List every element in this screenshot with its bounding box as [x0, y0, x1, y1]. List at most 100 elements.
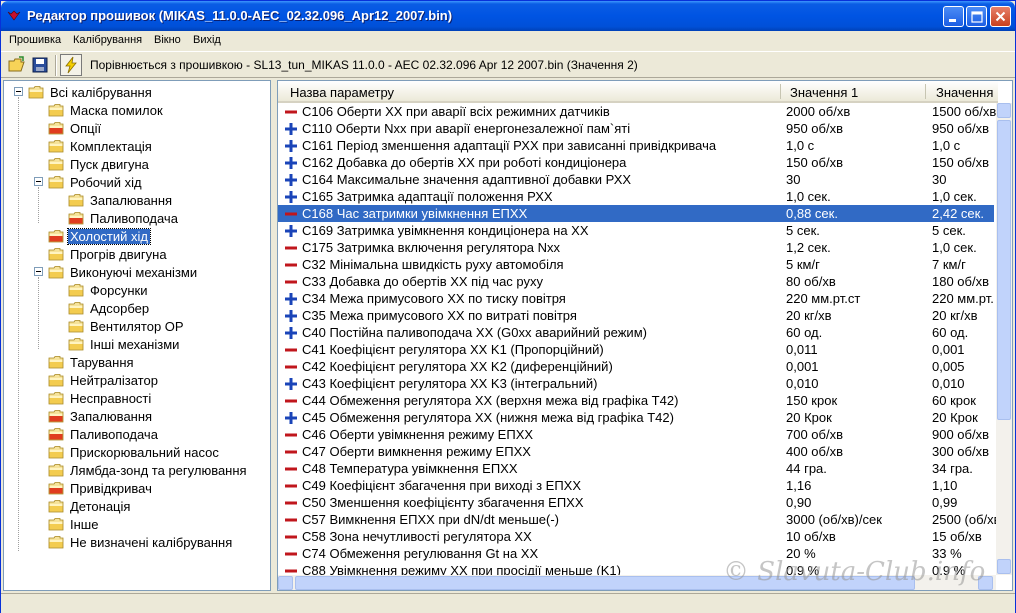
tree-item[interactable]: Виконуючі механізми	[4, 263, 270, 281]
table-row[interactable]: C58 Зона нечутливості регулятора ХХ 10 об…	[278, 528, 994, 545]
tree-item[interactable]: Холостий хід	[4, 227, 270, 245]
tree-item[interactable]: Всі калібрування	[4, 83, 270, 101]
scroll-left-button[interactable]	[278, 576, 293, 590]
menu-firmware[interactable]: Прошивка	[9, 34, 61, 46]
vertical-scrollbar[interactable]	[996, 103, 1012, 575]
column-header-value1[interactable]: Значення 1	[790, 85, 858, 100]
table-row[interactable]: C45 Обмеження регулятора ХХ (нижня межа …	[278, 409, 994, 426]
table-row[interactable]: C161 Період зменшення адаптації РХХ при …	[278, 137, 994, 154]
table-row[interactable]: C175 Затримка включення регулятора Nхх 1,…	[278, 239, 994, 256]
minimize-button[interactable]	[943, 6, 964, 27]
tree-item[interactable]: Маска помилок	[4, 101, 270, 119]
table-row[interactable]: C50 Зменшення коефіцієнту збагачення ЕПХ…	[278, 494, 994, 511]
tree-item[interactable]: Лямбда-зонд та регулювання	[4, 461, 270, 479]
table-row[interactable]: C169 Затримка увімкнення кондиціонера на…	[278, 222, 994, 239]
table-row[interactable]: C168 Час затримки увімкнення ЕПХХ 0,88 се…	[278, 205, 994, 222]
tree-item[interactable]: Пуск двигуна	[4, 155, 270, 173]
vertical-scroll-thumb[interactable]	[997, 120, 1011, 420]
param-value1: 20 Крок	[786, 410, 832, 425]
table-row[interactable]: C44 Обмеження регулятора ХХ (верхня межа…	[278, 392, 994, 409]
tree-item[interactable]: Привідкривач	[4, 479, 270, 497]
parameters-list[interactable]: Назва параметру Значення 1 Значення 2 C1…	[277, 80, 1013, 591]
folder-icon	[48, 248, 64, 261]
scroll-up-button[interactable]	[997, 103, 1011, 118]
save-icon[interactable]	[30, 55, 50, 75]
close-button[interactable]	[990, 6, 1011, 27]
tree-item[interactable]: Тарування	[4, 353, 270, 371]
menu-exit[interactable]: Вихід	[193, 34, 221, 46]
table-row[interactable]: C32 Мінімальна швидкість руху автомобіля…	[278, 256, 994, 273]
tree-item[interactable]: Інше	[4, 515, 270, 533]
calibration-tree[interactable]: Всі калібрування Маска помилок Опції Компле…	[3, 80, 271, 591]
tree-collapse-toggle[interactable]	[34, 177, 43, 186]
scroll-down-button[interactable]	[997, 559, 1011, 574]
param-name: C35 Межа примусового ХХ по витраті повіт…	[302, 308, 577, 323]
table-row[interactable]: C46 Оберти увімкнення режиму ЕПХХ 700 об/…	[278, 426, 994, 443]
table-row[interactable]: C42 Коефіцієнт регулятора ХХ K2 (диферен…	[278, 358, 994, 375]
maximize-button[interactable]	[966, 6, 987, 27]
tree-item[interactable]: Паливоподача	[4, 209, 270, 227]
param-name: C42 Коефіцієнт регулятора ХХ K2 (диферен…	[302, 359, 613, 374]
column-header-name[interactable]: Назва параметру	[290, 85, 394, 100]
table-row[interactable]: C48 Температура увімкнення ЕПХХ 44 гра. 34…	[278, 460, 994, 477]
param-name: C40 Постійна паливоподача ХХ (G0хх авари…	[302, 325, 647, 340]
param-value2: 2,42 сек.	[932, 206, 984, 221]
table-row[interactable]: C162 Добавка до обертів ХХ при роботі ко…	[278, 154, 994, 171]
tree-item-label: Паливоподача	[90, 211, 178, 226]
tree-item[interactable]: Прогрів двигуна	[4, 245, 270, 263]
tree-item[interactable]: Запалювання	[4, 191, 270, 209]
table-row[interactable]: C40 Постійна паливоподача ХХ (G0хх авари…	[278, 324, 994, 341]
tree-item[interactable]: Детонація	[4, 497, 270, 515]
column-divider[interactable]	[925, 84, 926, 99]
table-row[interactable]: C43 Коефіцієнт регулятора ХХ K3 (інтегра…	[278, 375, 994, 392]
tree-item-label: Прогрів двигуна	[70, 247, 167, 262]
param-value1: 0,010	[786, 376, 819, 391]
title-bar[interactable]: Редактор прошивок (MIKAS_11.0.0-AEC_02.3…	[1, 1, 1015, 31]
tree-item[interactable]: Вентилятор ОР	[4, 317, 270, 335]
param-value2: 0,005	[932, 359, 965, 374]
tree-item[interactable]: Паливоподача	[4, 425, 270, 443]
open-folder-icon[interactable]	[7, 55, 27, 75]
tree-item[interactable]: Адсорбер	[4, 299, 270, 317]
table-row[interactable]: C57 Вимкнення ЕПХХ при dN/dt меньше(-) 30…	[278, 511, 996, 528]
param-value2: 1500 об/хв	[932, 104, 996, 119]
param-value1: 400 об/хв	[786, 444, 843, 459]
tree-item[interactable]: Нейтралізатор	[4, 371, 270, 389]
table-row[interactable]: C33 Добавка до обертів ХХ під час руху 80…	[278, 273, 994, 290]
list-header: Назва параметру Значення 1 Значення 2	[278, 81, 998, 103]
param-value1: 1,0 с	[786, 138, 815, 153]
folder-icon	[48, 158, 64, 171]
table-row[interactable]: C49 Коефіцієнт збагачення при виході з Е…	[278, 477, 994, 494]
tree-item[interactable]: Не визначені калібрування	[4, 533, 270, 551]
tree-item[interactable]: Прискорювальний насос	[4, 443, 270, 461]
param-value2: 0,001	[932, 342, 965, 357]
tree-item[interactable]: Інші механізми	[4, 335, 270, 353]
tree-item-label: Всі калібрування	[50, 85, 152, 100]
tree-item[interactable]: Робочий хід	[4, 173, 270, 191]
tree-item[interactable]: Опції	[4, 119, 270, 137]
tree-item[interactable]: Запалювання	[4, 407, 270, 425]
table-row[interactable]: C35 Межа примусового ХХ по витраті повіт…	[278, 307, 994, 324]
table-row[interactable]: C164 Максимальне значення адаптивної доб…	[278, 171, 994, 188]
table-row[interactable]: C47 Оберти вимкнення режиму ЕПХХ 400 об/х…	[278, 443, 994, 460]
tree-item[interactable]: Несправності	[4, 389, 270, 407]
menu-calibration[interactable]: Калібрування	[73, 34, 142, 46]
tree-item[interactable]: Форсунки	[4, 281, 270, 299]
column-header-value2[interactable]: Значення 2	[936, 85, 996, 100]
tree-item-label: Вентилятор ОР	[90, 319, 184, 334]
menu-window[interactable]: Вікно	[154, 34, 181, 46]
column-divider[interactable]	[780, 84, 781, 99]
table-row[interactable]: C106 Оберти ХХ при аварії всіх режимних …	[278, 103, 996, 120]
tree-collapse-toggle[interactable]	[14, 87, 23, 96]
tree-collapse-toggle[interactable]	[34, 267, 43, 276]
param-value2: 20 кг/хв	[932, 308, 978, 323]
param-value1: 1,0 сек.	[786, 189, 831, 204]
compare-button[interactable]	[60, 54, 82, 76]
table-row[interactable]: C110 Оберти Nхх при аварії енергонезалеж…	[278, 120, 994, 137]
table-row[interactable]: C165 Затримка адаптації положення РХХ 1,0…	[278, 188, 994, 205]
param-value2: 5 сек.	[932, 223, 966, 238]
param-name: C57 Вимкнення ЕПХХ при dN/dt меньше(-)	[302, 512, 559, 527]
tree-item[interactable]: Комплектація	[4, 137, 270, 155]
table-row[interactable]: C41 Коефіцієнт регулятора ХХ K1 (Пропорц…	[278, 341, 994, 358]
table-row[interactable]: C34 Межа примусового ХХ по тиску повітря…	[278, 290, 994, 307]
